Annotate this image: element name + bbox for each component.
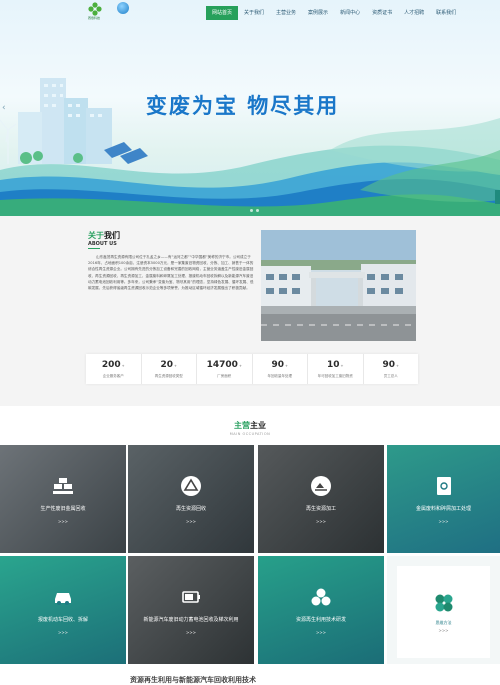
business-tile-label: 金属废料和碎屑加工处理	[415, 506, 471, 512]
business-tile[interactable]: 生产性废旧金属回收 >>>	[0, 445, 126, 553]
stat-label: 厂房面积	[217, 374, 232, 378]
business-tile-label: 报废机动车回收、拆解	[37, 617, 88, 623]
business-tile-label: 再生资源加工	[305, 506, 336, 512]
stat-label: 年可回收加工废旧物资	[317, 374, 353, 378]
stat-number: 10	[327, 360, 340, 370]
stat-number: 14700	[206, 360, 238, 370]
stat-item: 20+ 再生资源回收类型	[142, 354, 197, 384]
logo-text: 赛鼎科技	[88, 16, 101, 20]
stat-label: 员工总人	[383, 374, 398, 378]
nav-jobs[interactable]: 人才招聘	[398, 6, 430, 20]
nav-about[interactable]: 关于我们	[238, 6, 270, 20]
stat-number: 200	[101, 360, 121, 370]
recycle-triangle-icon	[181, 476, 201, 496]
business-tile[interactable]: 金属废料和碎屑加工处理 >>>	[387, 445, 500, 553]
business-tile[interactable]: 再生资源回收 >>>	[128, 445, 254, 553]
nav-news[interactable]: 新闻中心	[334, 6, 366, 20]
business-heading-accent: 主营	[234, 421, 250, 430]
stat-item: 90+ 员工总人	[364, 354, 419, 384]
nav-certificates[interactable]: 资质证书	[366, 6, 398, 20]
stat-item: 14700+ 厂房面积	[197, 354, 253, 384]
eco-cluster-icon	[311, 588, 331, 606]
business-heading: 主营主业	[0, 420, 500, 431]
stat-number: 90	[382, 360, 396, 370]
more-link[interactable]: >>>	[258, 630, 384, 635]
more-link[interactable]: >>>	[0, 630, 126, 635]
stat-unit: +	[174, 364, 177, 368]
hero-dot[interactable]	[250, 209, 253, 212]
about-heading-accent: 关于	[88, 231, 104, 240]
more-link[interactable]: >>>	[128, 519, 254, 524]
hero-banner: 变废为宝 物尽其用 ‹	[0, 0, 500, 216]
more-link[interactable]: >>>	[0, 519, 126, 524]
stat-label: 年回收量年处理	[267, 374, 293, 378]
stat-unit: +	[238, 364, 242, 368]
side-float-tab[interactable]	[495, 190, 500, 204]
car-icon	[55, 593, 71, 605]
hero-title: 变废为宝 物尽其用	[146, 94, 340, 118]
business-tile[interactable]: 思维方法 >>>	[387, 556, 500, 664]
business-tile-label: 再生资源回收	[175, 506, 206, 512]
business-tile[interactable]: 资源再生利用技术研发 >>>	[258, 556, 384, 664]
stat-number: 20	[160, 360, 174, 370]
nav-cases[interactable]: 案例展示	[302, 6, 334, 20]
hero-pagination[interactable]	[250, 209, 259, 212]
business-subheading: MAIN OCCUPATION	[229, 432, 271, 436]
business-tile[interactable]: 新能源汽车废旧动力蓄电池回收及梯次利用 >>>	[128, 556, 254, 664]
company-gate-photo	[261, 230, 416, 341]
site-logo[interactable]: 赛鼎科技	[88, 2, 130, 20]
more-link[interactable]: >>>	[387, 519, 500, 524]
more-link[interactable]: >>>	[258, 519, 384, 524]
logo-mark-icon	[88, 2, 102, 16]
more-link[interactable]: >>>	[128, 630, 254, 635]
site-header: 赛鼎科技 网站首页 关于我们 主营业务 案例展示 新闻中心 资质证书 人才招聘 …	[0, 0, 500, 22]
stat-unit: +	[285, 364, 288, 368]
stat-number: 90	[271, 360, 285, 370]
hero-prev-arrow[interactable]: ‹	[2, 103, 6, 113]
stat-item: 200+ 企业服务客户	[86, 354, 142, 384]
stat-item: 10+ 年可回收加工废旧物资	[308, 354, 364, 384]
main-nav: 网站首页 关于我们 主营业务 案例展示 新闻中心 资质证书 人才招聘 联系我们	[206, 6, 462, 20]
stat-label: 再生资源回收类型	[154, 374, 183, 378]
business-tile-label: 生产性废旧金属回收	[40, 506, 86, 512]
about-subheading: ABOUT US	[88, 241, 117, 247]
logo-globe-icon	[117, 2, 129, 14]
about-heading-rest: 我们	[104, 231, 120, 240]
business-heading-rest: 主业	[250, 421, 266, 430]
stats-bar: 200+ 企业服务客户 20+ 再生资源回收类型 14700+ 厂房面积 90+…	[86, 354, 418, 384]
battery-icon	[182, 591, 200, 603]
about-divider	[88, 248, 100, 249]
business-tile-label: 新能源汽车废旧动力蓄电池回收及梯次利用	[143, 617, 239, 623]
leaf-cluster-icon	[435, 594, 453, 612]
stat-unit: +	[121, 364, 125, 368]
recycle-hand-icon	[311, 476, 331, 496]
stat-unit: +	[396, 364, 399, 368]
gold-bars-icon	[53, 478, 73, 494]
business-tile[interactable]: 报废机动车回收、拆解 >>>	[0, 556, 126, 664]
nav-business[interactable]: 主营业务	[270, 6, 302, 20]
nav-home[interactable]: 网站首页	[206, 6, 239, 20]
more-link[interactable]: >>>	[387, 628, 500, 633]
business-tile-label: 资源再生利用技术研发	[295, 617, 346, 623]
stat-label: 企业服务客户	[102, 374, 124, 378]
nav-contact[interactable]: 联系我们	[430, 6, 462, 20]
business-tile-label: 思维方法	[435, 620, 452, 625]
about-heading: 关于我们	[88, 230, 120, 241]
hero-dot[interactable]	[256, 209, 259, 212]
document-gear-icon	[437, 477, 451, 495]
business-tile[interactable]: 再生资源加工 >>>	[258, 445, 384, 553]
stat-unit: +	[340, 364, 344, 368]
about-paragraph: 山东鑫茂再生资源有限公司位于孔孟之乡——有“运河之都”“中华国都”美称的济宁市。…	[88, 255, 254, 291]
stat-item: 90+ 年回收量年处理	[253, 354, 308, 384]
